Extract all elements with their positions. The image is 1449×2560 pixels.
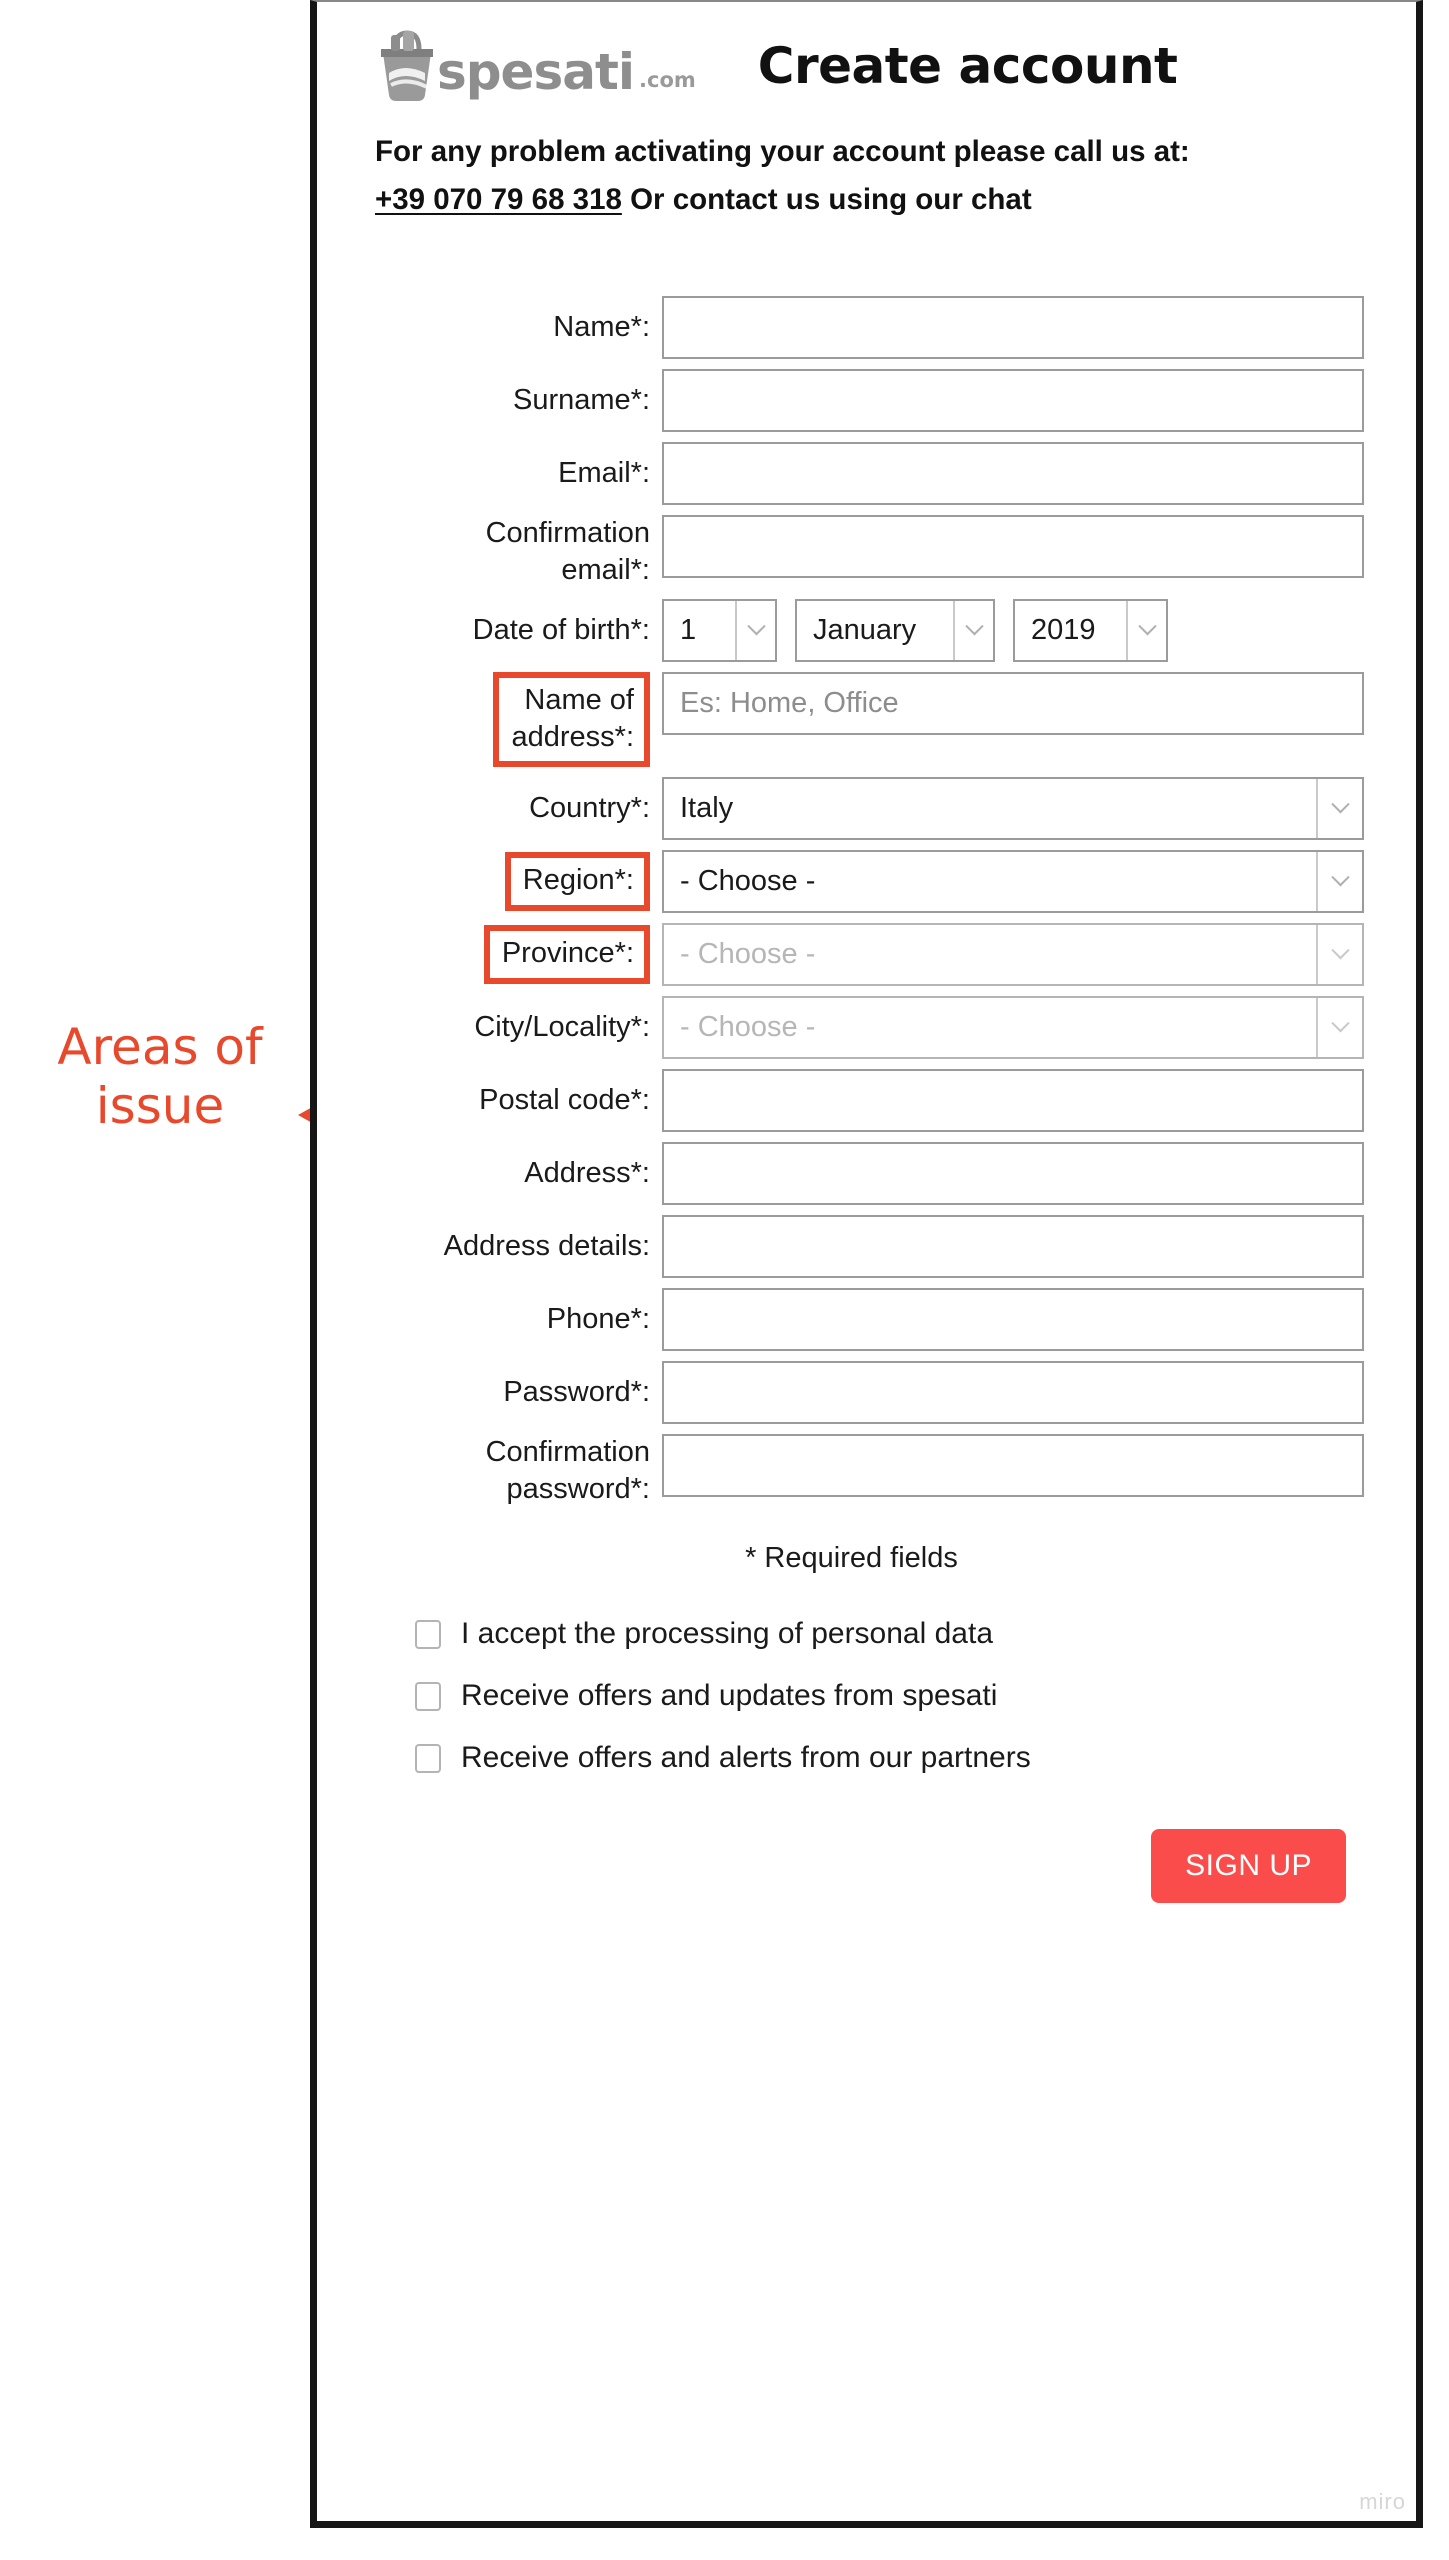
signup-card: spesati .com Create account For any prob… <box>310 0 1423 2528</box>
chevron-down-icon <box>1316 998 1362 1057</box>
input-confirmation-password[interactable] <box>662 1434 1364 1497</box>
checkbox-personal-data[interactable] <box>415 1619 441 1649</box>
signup-form: Name*: Surname*: Email*: Confirmation em… <box>347 295 1386 1904</box>
screenshot-root: Areas of issue spesati .com Create accou… <box>0 0 1449 2560</box>
input-email[interactable] <box>662 441 1364 505</box>
form-row-country: Country*: Italy <box>357 777 1386 840</box>
consent-label-spesati-offers: Receive offers and updates from spesati <box>461 1679 998 1713</box>
annotation-areas-of-issue-label: Areas of issue <box>57 1018 263 1135</box>
consent-label-personal-data: I accept the processing of personal data <box>461 1617 994 1651</box>
select-birth-month-value: January <box>813 613 917 646</box>
chevron-down-icon <box>1316 925 1362 984</box>
chevron-down-icon <box>1126 600 1166 660</box>
consent-row-partner-offers[interactable]: Receive offers and alerts from our partn… <box>415 1741 1386 1775</box>
input-surname[interactable] <box>662 368 1364 432</box>
label-confirmation-password: Confirmation password*: <box>485 1436 650 1506</box>
form-row-address-details: Address details: <box>357 1215 1386 1278</box>
label-confirmation-email: Confirmation email*: <box>485 516 650 586</box>
shopping-basket-icon <box>381 30 433 101</box>
form-row-postal-code: Postal code*: <box>357 1069 1386 1132</box>
input-name[interactable] <box>662 295 1364 359</box>
required-fields-note: * Required fields <box>745 1542 958 1575</box>
select-province-value: - Choose - <box>680 938 816 970</box>
label-date-of-birth: Date of birth*: <box>472 613 650 646</box>
consent-list: I accept the processing of personal data… <box>357 1617 1386 1775</box>
page-title: Create account <box>757 37 1178 95</box>
form-row-confirmation-email: Confirmation email*: <box>357 514 1386 589</box>
label-address-details: Address details: <box>443 1229 650 1262</box>
form-row-province: Province*: - Choose - <box>357 923 1386 986</box>
form-row-name: Name*: <box>357 295 1386 359</box>
select-birth-month[interactable]: January <box>795 598 995 662</box>
label-postal-code: Postal code*: <box>479 1083 650 1116</box>
sign-up-button[interactable]: SIGN UP <box>1151 1829 1346 1904</box>
input-address-details[interactable] <box>662 1215 1364 1278</box>
miro-watermark: miro <box>1359 2489 1406 2514</box>
select-birth-day-value: 1 <box>680 613 697 646</box>
select-birth-year-value: 2019 <box>1031 613 1096 646</box>
help-line-2: +39 070 79 68 318 Or contact us using ou… <box>375 176 1386 224</box>
spesati-logo[interactable]: spesati .com <box>375 29 696 103</box>
label-province: Province*: <box>483 925 650 984</box>
label-name-of-address: Name of address*: <box>493 671 650 767</box>
logo-wordmark: spesati <box>437 43 635 101</box>
label-region: Region*: <box>504 852 650 911</box>
consent-row-personal-data[interactable]: I accept the processing of personal data <box>415 1617 1386 1651</box>
select-birth-day[interactable]: 1 <box>662 598 777 662</box>
submit-area: SIGN UP <box>357 1829 1386 1904</box>
help-line-1: For any problem activating your account … <box>375 135 1190 168</box>
label-country: Country*: <box>529 791 650 824</box>
logo-tld: .com <box>639 68 696 92</box>
select-region-value: - Choose - <box>680 865 816 897</box>
input-address[interactable] <box>662 1142 1364 1205</box>
select-city-locality[interactable]: - Choose - <box>662 996 1364 1059</box>
label-city-locality: City/Locality*: <box>474 1010 650 1043</box>
label-surname: Surname*: <box>512 383 650 416</box>
input-phone[interactable] <box>662 1288 1364 1351</box>
label-name: Name*: <box>553 310 650 343</box>
help-line-2-rest: Or contact us using our chat <box>621 182 1032 216</box>
input-confirmation-email[interactable] <box>662 514 1364 578</box>
form-row-phone: Phone*: <box>357 1288 1386 1351</box>
select-country[interactable]: Italy <box>662 777 1364 840</box>
form-row-region: Region*: - Choose - <box>357 850 1386 913</box>
card-header: spesati .com Create account <box>347 2 1386 112</box>
form-row-password: Password*: <box>357 1361 1386 1424</box>
consent-row-spesati-offers[interactable]: Receive offers and updates from spesati <box>415 1679 1386 1713</box>
select-region[interactable]: - Choose - <box>662 850 1364 913</box>
form-row-address: Address*: <box>357 1142 1386 1205</box>
checkbox-partner-offers[interactable] <box>415 1743 441 1773</box>
chevron-down-icon <box>1316 852 1362 911</box>
input-password[interactable] <box>662 1361 1364 1424</box>
date-of-birth-group: 1 January 2019 <box>662 598 1386 662</box>
help-block: For any problem activating your account … <box>347 112 1386 224</box>
form-row-name-of-address: Name of address*: Es: Home, Office <box>357 671 1386 767</box>
chevron-down-icon <box>1316 779 1362 838</box>
label-password: Password*: <box>503 1375 650 1408</box>
form-row-confirmation-password: Confirmation password*: <box>357 1434 1386 1508</box>
chevron-down-icon <box>953 600 993 660</box>
label-phone: Phone*: <box>546 1302 650 1335</box>
label-email: Email*: <box>558 456 650 489</box>
form-row-date-of-birth: Date of birth*: 1 January 2019 <box>357 598 1386 662</box>
form-row-email: Email*: <box>357 441 1386 505</box>
form-row-city-locality: City/Locality*: - Choose - <box>357 996 1386 1059</box>
input-name-of-address[interactable]: Es: Home, Office <box>662 671 1364 735</box>
select-city-locality-value: - Choose - <box>680 1011 816 1043</box>
select-province[interactable]: - Choose - <box>662 923 1364 986</box>
consent-label-partner-offers: Receive offers and alerts from our partn… <box>461 1741 1031 1775</box>
chevron-down-icon <box>735 600 775 660</box>
help-phone-link[interactable]: +39 070 79 68 318 <box>375 183 622 216</box>
select-country-value: Italy <box>680 792 734 824</box>
checkbox-spesati-offers[interactable] <box>415 1681 441 1711</box>
form-row-surname: Surname*: <box>357 368 1386 432</box>
select-birth-year[interactable]: 2019 <box>1013 598 1168 662</box>
label-address: Address*: <box>524 1156 650 1189</box>
input-postal-code[interactable] <box>662 1069 1364 1132</box>
